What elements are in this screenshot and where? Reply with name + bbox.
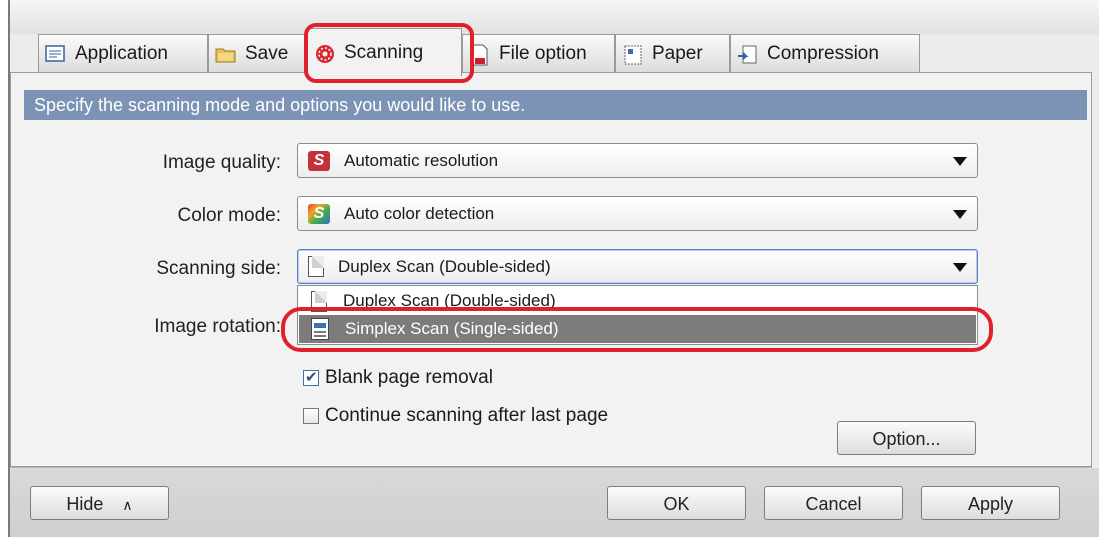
continue-scanning-checkbox[interactable] (303, 408, 319, 424)
scanning-icon (314, 43, 336, 63)
option-simplex[interactable]: Simplex Scan (Single-sided) (299, 315, 976, 343)
apply-button[interactable]: Apply (921, 486, 1060, 520)
tab-application[interactable]: Application (38, 34, 208, 72)
ok-button[interactable]: OK (607, 486, 746, 520)
tab-file-option-label: File option (499, 42, 587, 64)
compression-icon (737, 44, 759, 64)
color-mode-label: Color mode: (177, 205, 282, 226)
settings-window: Application Save Scanning File option Pa… (8, 0, 1099, 537)
image-quality-label: Image quality: (162, 152, 281, 173)
tab-compression[interactable]: Compression (730, 34, 920, 72)
paper-icon (622, 44, 644, 64)
option-duplex[interactable]: Duplex Scan (Double-sided) (299, 287, 976, 315)
tab-file-option[interactable]: File option (462, 34, 615, 72)
image-quality-value: Automatic resolution (344, 150, 499, 170)
scanning-side-value: Duplex Scan (Double-sided) (338, 256, 551, 276)
title-strip (10, 0, 1099, 34)
panel-description: Specify the scanning mode and options yo… (24, 90, 1087, 120)
scanning-side-label: Scanning side: (156, 258, 281, 279)
scansnap-quality-icon: S (308, 150, 330, 171)
tab-paper-label: Paper (652, 42, 703, 64)
tab-compression-label: Compression (767, 42, 879, 64)
option-button[interactable]: Option... (837, 421, 976, 455)
tab-application-label: Application (75, 42, 168, 64)
scanning-side-dropdown: Duplex Scan (Double-sided) Simplex Scan … (297, 285, 978, 345)
option-simplex-label: Simplex Scan (Single-sided) (345, 319, 559, 338)
application-icon (45, 44, 67, 64)
color-mode-select[interactable]: S Auto color detection (297, 196, 978, 231)
tab-scanning-label: Scanning (344, 41, 424, 63)
cancel-button[interactable]: Cancel (764, 486, 903, 520)
option-duplex-label: Duplex Scan (Double-sided) (343, 291, 556, 310)
chevron-down-icon (953, 263, 967, 272)
folder-icon (215, 44, 237, 64)
blank-page-removal-option[interactable]: Blank page removal (303, 367, 493, 389)
color-mode-value: Auto color detection (344, 203, 495, 223)
tab-paper[interactable]: Paper (615, 34, 730, 72)
scansnap-color-icon: S (308, 203, 330, 224)
chevron-down-icon (953, 157, 967, 166)
image-rotation-label: Image rotation: (154, 316, 281, 337)
chevron-down-icon (953, 210, 967, 219)
continue-scanning-label: Continue scanning after last page (325, 405, 609, 426)
tab-save[interactable]: Save (208, 34, 307, 72)
file-option-icon (469, 44, 491, 65)
duplex-page-icon (308, 256, 324, 277)
tab-save-label: Save (245, 42, 289, 64)
hide-button[interactable]: Hide ∧ (30, 486, 169, 520)
blank-page-removal-label: Blank page removal (325, 367, 493, 388)
simplex-page-icon (311, 318, 329, 340)
tab-scanning[interactable]: Scanning (307, 28, 462, 76)
continue-scanning-option[interactable]: Continue scanning after last page (303, 405, 608, 427)
hide-button-label: Hide (66, 494, 104, 514)
scanning-side-select[interactable]: Duplex Scan (Double-sided) (297, 249, 978, 284)
blank-page-removal-checkbox[interactable] (303, 368, 319, 386)
duplex-page-icon (311, 290, 327, 312)
chevron-up-icon: ∧ (122, 497, 133, 513)
image-quality-select[interactable]: S Automatic resolution (297, 143, 978, 178)
